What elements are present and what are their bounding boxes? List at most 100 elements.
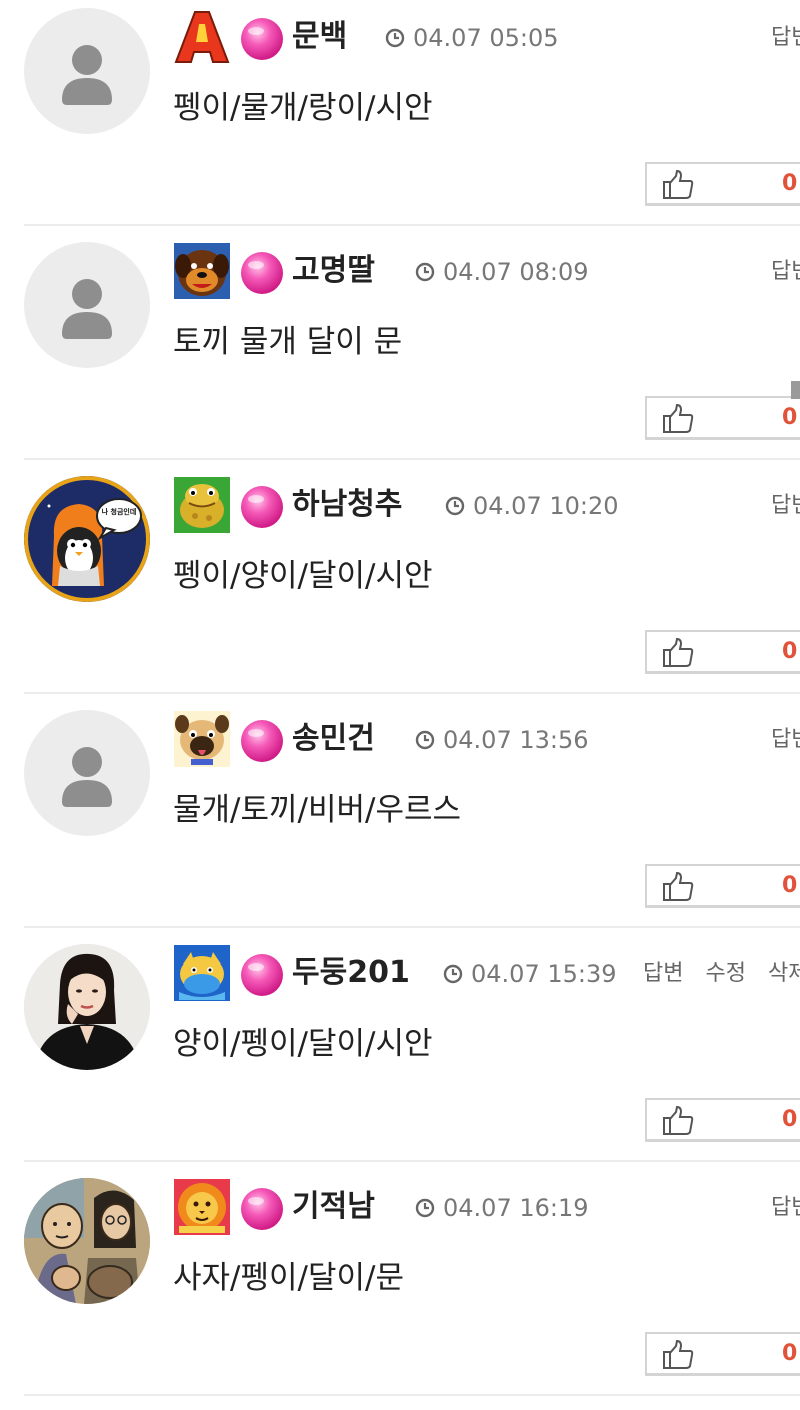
edit-button[interactable]: 수정 bbox=[705, 961, 745, 986]
clock-icon bbox=[385, 28, 405, 48]
timestamp-text: 04.07 16:19 bbox=[443, 1194, 589, 1222]
avatar-speech-bubble: 나 청금인데 bbox=[102, 507, 137, 516]
nickname[interactable]: 문백 bbox=[292, 14, 347, 60]
timestamp-text: 04.07 13:56 bbox=[443, 726, 589, 754]
divider bbox=[24, 926, 800, 928]
thumbs-up-icon bbox=[663, 1339, 694, 1369]
default-person-icon bbox=[62, 279, 112, 339]
like-count: 0 bbox=[782, 639, 798, 664]
default-person-icon bbox=[62, 45, 112, 105]
clock-icon bbox=[445, 496, 465, 516]
timestamp: 04.07 08:09 bbox=[415, 256, 589, 288]
divider bbox=[24, 692, 800, 694]
comment-text: 양이/펭이/달이/시안 bbox=[173, 1026, 433, 1062]
comment-text: 사자/펭이/달이/문 bbox=[173, 1260, 404, 1296]
comment-item: 송민건 04.07 13:56 답변 물개/토끼/비버/우르스 0 bbox=[0, 702, 800, 936]
comment-actions: 답변 수정 삭제 bbox=[643, 958, 800, 990]
candy-icon bbox=[241, 18, 283, 60]
delete-button[interactable]: 삭제 bbox=[768, 961, 800, 986]
lion-icon bbox=[174, 1179, 230, 1235]
nickname[interactable]: 고명딸 bbox=[292, 248, 375, 294]
timestamp-text: 04.07 08:09 bbox=[443, 258, 589, 286]
avatar[interactable] bbox=[24, 8, 150, 134]
reply-button[interactable]: 답변 bbox=[771, 25, 800, 50]
nickname[interactable]: 두둥201 bbox=[292, 950, 410, 996]
comment-item: 두둥201 04.07 15:39 답변 수정 삭제 양이/펭이/달이/시안 0 bbox=[0, 936, 800, 1170]
nickname[interactable]: 기적남 bbox=[292, 1184, 375, 1230]
reply-button[interactable]: 답변 bbox=[643, 961, 683, 986]
like-button[interactable]: 0 bbox=[645, 1332, 800, 1376]
clock-icon bbox=[415, 1198, 435, 1218]
letter-a-icon: A bbox=[174, 9, 230, 65]
timestamp-text: 04.07 15:39 bbox=[471, 960, 617, 988]
avatar[interactable] bbox=[24, 242, 150, 368]
reply-button[interactable]: 답변 bbox=[771, 259, 800, 284]
timestamp: 04.07 10:20 bbox=[445, 490, 619, 522]
comment-text: 펭이/물개/랑이/시안 bbox=[173, 90, 433, 126]
comment-item: 기적남 04.07 16:19 답변 사자/펭이/달이/문 0 bbox=[0, 1170, 800, 1404]
thumbs-up-icon bbox=[663, 1105, 694, 1135]
timestamp: 04.07 05:05 bbox=[385, 22, 559, 54]
comment-item: 나 청금인데 하남청추 04.07 10:20 답변 bbox=[0, 468, 800, 702]
candy-icon bbox=[241, 252, 283, 294]
clock-icon bbox=[443, 964, 463, 984]
reply-button[interactable]: 답변 bbox=[771, 493, 800, 518]
avatar[interactable] bbox=[24, 710, 150, 836]
dragon-icon bbox=[174, 945, 230, 1001]
reply-button[interactable]: 답변 bbox=[771, 1195, 800, 1220]
candy-icon bbox=[241, 720, 283, 762]
thumbs-up-icon bbox=[663, 403, 694, 433]
comment-item: A 문백 04.07 05:05 답변 펭이/물개/랑이/시안 0 bbox=[0, 0, 800, 234]
divider bbox=[24, 224, 800, 226]
divider bbox=[24, 1394, 800, 1396]
penguin-avatar-icon: 나 청금인데 bbox=[24, 476, 150, 602]
like-button[interactable]: 0 bbox=[645, 162, 800, 206]
timestamp: 04.07 13:56 bbox=[415, 724, 589, 756]
like-button[interactable]: 0 bbox=[645, 630, 800, 674]
comment-text: 물개/토끼/비버/우르스 bbox=[173, 792, 462, 828]
like-count: 0 bbox=[782, 405, 798, 430]
like-button[interactable]: 0 bbox=[645, 396, 800, 440]
avatar[interactable] bbox=[24, 1178, 150, 1304]
candy-icon bbox=[241, 1188, 283, 1230]
nickname[interactable]: 송민건 bbox=[292, 716, 375, 762]
comment-actions: 답변 bbox=[771, 256, 800, 288]
thumbs-up-icon bbox=[663, 637, 694, 667]
comment-actions: 답변 bbox=[771, 724, 800, 756]
pug-icon bbox=[174, 711, 230, 767]
default-person-icon bbox=[62, 747, 112, 807]
avatar[interactable] bbox=[24, 944, 150, 1070]
reply-button[interactable]: 답변 bbox=[771, 727, 800, 752]
woman-avatar-icon bbox=[24, 944, 150, 1070]
thumbs-up-icon bbox=[663, 871, 694, 901]
comment-actions: 답변 bbox=[771, 490, 800, 522]
comment-actions: 답변 bbox=[771, 22, 800, 54]
candy-icon bbox=[241, 954, 283, 996]
painting-avatar-icon bbox=[24, 1178, 150, 1304]
clock-icon bbox=[415, 262, 435, 282]
clock-icon bbox=[415, 730, 435, 750]
like-button[interactable]: 0 bbox=[645, 1098, 800, 1142]
like-count: 0 bbox=[782, 873, 798, 898]
dog-icon bbox=[174, 243, 230, 299]
like-count: 0 bbox=[782, 1341, 798, 1366]
comment-item: 고명딸 04.07 08:09 답변 토끼 물개 달이 문 0 bbox=[0, 234, 800, 468]
comment-text: 펭이/양이/달이/시안 bbox=[173, 558, 433, 594]
frog-icon bbox=[174, 477, 230, 533]
like-count: 0 bbox=[782, 171, 798, 196]
timestamp: 04.07 16:19 bbox=[415, 1192, 589, 1224]
timestamp-text: 04.07 05:05 bbox=[413, 24, 559, 52]
divider bbox=[24, 1160, 800, 1162]
divider bbox=[24, 458, 800, 460]
timestamp-text: 04.07 10:20 bbox=[473, 492, 619, 520]
avatar[interactable]: 나 청금인데 bbox=[24, 476, 150, 602]
scrollbar-thumb[interactable] bbox=[791, 381, 800, 399]
nickname[interactable]: 하남청추 bbox=[292, 482, 402, 528]
like-count: 0 bbox=[782, 1107, 798, 1132]
comment-actions: 답변 bbox=[771, 1192, 800, 1224]
candy-icon bbox=[241, 486, 283, 528]
comment-text: 토끼 물개 달이 문 bbox=[173, 324, 403, 360]
like-button[interactable]: 0 bbox=[645, 864, 800, 908]
timestamp: 04.07 15:39 bbox=[443, 958, 617, 990]
thumbs-up-icon bbox=[663, 169, 694, 199]
